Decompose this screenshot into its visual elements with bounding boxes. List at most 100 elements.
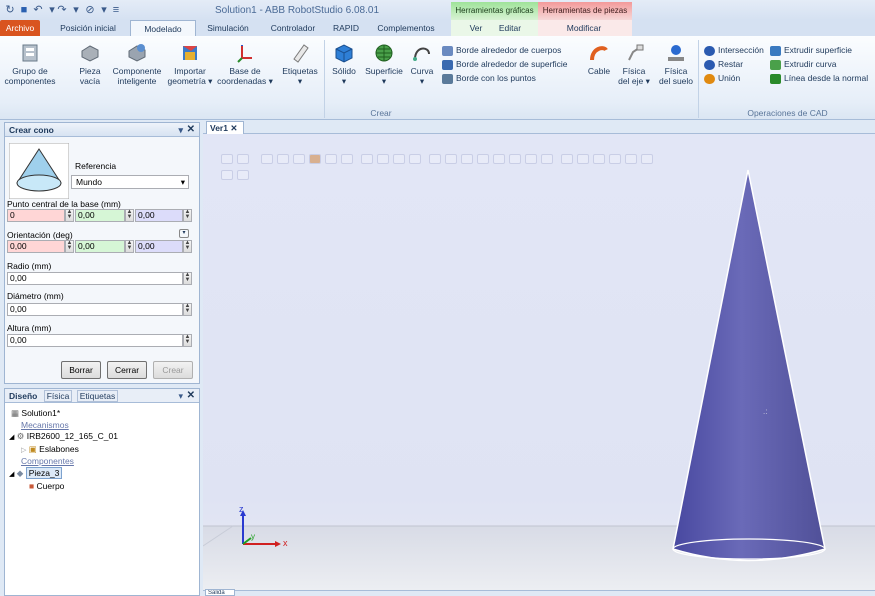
tab-output[interactable]: Salida — [205, 589, 235, 596]
reference-select[interactable]: Mundo ▾ — [71, 175, 189, 189]
tab-diseno[interactable]: Diseño — [9, 391, 37, 401]
view-toolbar-icon[interactable] — [325, 154, 337, 164]
play-icon[interactable] — [221, 170, 233, 180]
tab-complementos[interactable]: Complementos — [368, 20, 444, 36]
tree-part[interactable]: ◢ ◆ Pieza_3 — [9, 467, 63, 480]
tab-editar[interactable]: Editar — [492, 20, 528, 36]
view-toolbar-icon[interactable] — [429, 154, 441, 164]
diameter-input[interactable]: 0,00 — [7, 303, 183, 316]
view-toolbar-icon[interactable] — [541, 154, 553, 164]
base-y-spin[interactable]: ▲ ▼ — [125, 209, 134, 222]
tab-controlador[interactable]: Controlador — [262, 20, 324, 36]
tab-ver1[interactable]: Ver1 ✕ — [206, 121, 244, 134]
view-toolbar-icon[interactable] — [445, 154, 457, 164]
border-bodies-button[interactable]: Borde alrededor de cuerpos — [442, 44, 561, 56]
border-surface-button[interactable]: Borde alrededor de superficie — [442, 58, 568, 70]
tab-simulacion[interactable]: Simulación — [200, 20, 256, 36]
view-toolbar-icon[interactable] — [341, 154, 353, 164]
component-group-button[interactable]: Grupo de componentes — [2, 42, 58, 86]
expand-icon[interactable]: ▷ — [21, 447, 26, 454]
view-toolbar-icon[interactable] — [509, 154, 521, 164]
pin-icon[interactable]: ▾ — [178, 123, 183, 137]
collapse-icon[interactable]: ◢ — [9, 471, 14, 478]
frame-button[interactable]: Base de coordenadas ▾ — [214, 42, 276, 86]
tab-posicion-inicial[interactable]: Posición inicial — [48, 20, 128, 36]
union-button[interactable]: Unión — [704, 72, 740, 84]
orientation-z-input[interactable]: 0,00 — [135, 240, 183, 253]
view-toolbar-icon[interactable] — [477, 154, 489, 164]
base-x-input[interactable]: 0 — [7, 209, 65, 222]
cable-button[interactable]: Cable — [584, 42, 614, 76]
collapse-icon[interactable]: ◢ — [9, 434, 14, 441]
import-geometry-button[interactable]: Importar geometría ▾ — [166, 42, 214, 86]
orientation-z-spin[interactable]: ▲ ▼ — [183, 240, 192, 253]
normal-line-button[interactable]: Línea desde la normal — [770, 72, 868, 84]
expand-icon[interactable]: ▾ — [179, 229, 189, 238]
view-toolbar-icon[interactable] — [309, 154, 321, 164]
view-toolbar-icon[interactable] — [641, 154, 653, 164]
tags-button[interactable]: Etiquetas ▾ — [280, 42, 320, 86]
tree-links[interactable]: ▷ ▣ Eslabones — [21, 444, 79, 456]
base-x-spin[interactable]: ▲ ▼ — [65, 209, 74, 222]
view-toolbar-icon[interactable] — [625, 154, 637, 164]
view-toolbar-icon[interactable] — [493, 154, 505, 164]
tab-ver[interactable]: Ver — [464, 20, 488, 36]
height-spin[interactable]: ▲ ▼ — [183, 334, 192, 347]
base-y-input[interactable]: 0,00 — [75, 209, 125, 222]
border-points-button[interactable]: Borde con los puntos — [442, 72, 536, 84]
tab-modificar[interactable]: Modificar — [560, 20, 608, 36]
3d-viewport[interactable]: .: z y x — [203, 134, 875, 590]
clear-button[interactable]: Borrar — [61, 361, 101, 379]
qat-customize-icon[interactable]: ▾ — [98, 4, 110, 16]
empty-part-button[interactable]: Pieza vacía — [70, 42, 110, 86]
app-logo-icon[interactable]: ↻ — [4, 4, 16, 16]
undo-icon[interactable]: ↶ — [32, 4, 44, 16]
intersection-button[interactable]: Intersección — [704, 44, 764, 56]
radius-spin[interactable]: ▲ ▼ — [183, 272, 192, 285]
smart-component-button[interactable]: Componente inteligente — [108, 42, 166, 86]
diameter-spin[interactable]: ▲ ▼ — [183, 303, 192, 316]
view-toolbar-icon[interactable] — [237, 154, 249, 164]
view-toolbar-icon[interactable] — [609, 154, 621, 164]
ground-physics-button[interactable]: Física del suelo — [656, 42, 696, 86]
close-icon[interactable]: ✕ — [187, 389, 195, 403]
view-toolbar-icon[interactable] — [261, 154, 273, 164]
view-toolbar-icon[interactable] — [293, 154, 305, 164]
base-z-input[interactable]: 0,00 — [135, 209, 183, 222]
orientation-x-input[interactable]: 0,00 — [7, 240, 65, 253]
surface-button[interactable]: Superficie ▾ — [362, 42, 406, 86]
orientation-x-spin[interactable]: ▲ ▼ — [65, 240, 74, 253]
save-icon[interactable]: ■ — [18, 4, 30, 16]
tab-archivo[interactable]: Archivo — [0, 20, 40, 36]
redo-icon[interactable]: ↷ — [56, 4, 68, 16]
close-button[interactable]: Cerrar — [107, 361, 147, 379]
joint-physics-button[interactable]: Física del eje ▾ — [614, 42, 654, 86]
view-toolbar-icon[interactable] — [277, 154, 289, 164]
view-toolbar-icon[interactable] — [461, 154, 473, 164]
tab-rapid[interactable]: RAPID — [328, 20, 364, 36]
tab-modelado[interactable]: Modelado — [130, 20, 196, 36]
view-toolbar-icon[interactable] — [577, 154, 589, 164]
orientation-y-input[interactable]: 0,00 — [75, 240, 125, 253]
view-toolbar-icon[interactable] — [221, 154, 233, 164]
tab-fisica[interactable]: Física — [43, 390, 73, 402]
extrude-surface-button[interactable]: Extrudir superficie — [770, 44, 852, 56]
extrude-curve-button[interactable]: Extrudir curva — [770, 58, 836, 70]
base-z-spin[interactable]: ▲ ▼ — [183, 209, 192, 222]
view-toolbar-icon[interactable] — [377, 154, 389, 164]
view-toolbar-icon[interactable] — [525, 154, 537, 164]
solid-button[interactable]: Sólido ▾ — [326, 42, 362, 86]
curve-button[interactable]: Curva ▾ — [406, 42, 438, 86]
close-icon[interactable]: ✕ — [187, 123, 195, 137]
view-toolbar-icon[interactable] — [361, 154, 373, 164]
view-toolbar-icon[interactable] — [409, 154, 421, 164]
pin-icon[interactable]: ▾ — [178, 389, 183, 403]
tree-body[interactable]: ■ Cuerpo — [29, 481, 64, 492]
subtract-button[interactable]: Restar — [704, 58, 743, 70]
height-input[interactable]: 0,00 — [7, 334, 183, 347]
tree-solution[interactable]: ▦ Solution1* — [11, 408, 60, 419]
redo-dropdown-icon[interactable]: ▾ — [70, 4, 82, 16]
view-toolbar-icon[interactable] — [593, 154, 605, 164]
qat-more-icon[interactable]: ≡ — [110, 4, 122, 16]
create-button[interactable]: Crear — [153, 361, 193, 379]
